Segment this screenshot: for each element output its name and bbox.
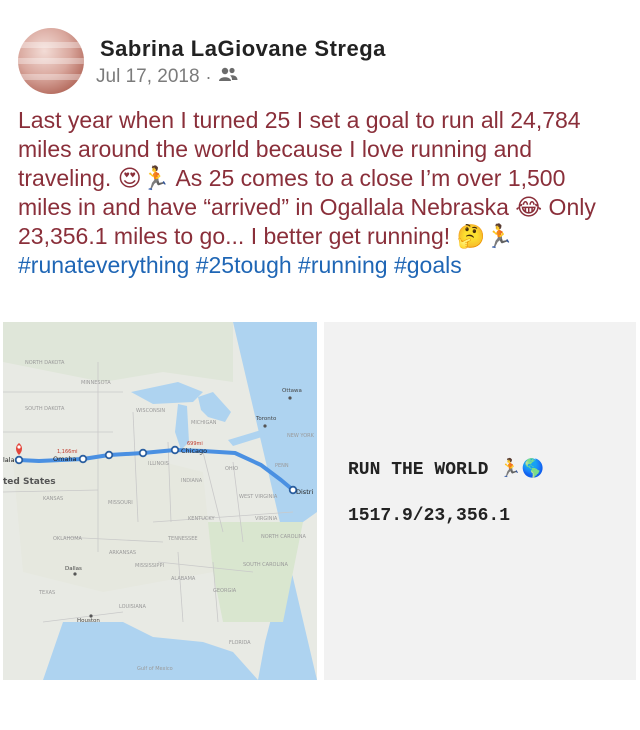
- route-map: NORTH DAKOTA MINNESOTA SOUTH DAKOTA WISC…: [3, 322, 317, 680]
- map-label: NORTH DAKOTA: [25, 360, 65, 366]
- map-label: VIRGINIA: [255, 516, 278, 522]
- map-label: KENTUCKY: [188, 516, 215, 522]
- runner-globe-emoji: 🏃🌎: [499, 460, 545, 480]
- hashtags[interactable]: #runateverything #25tough #running #goal…: [18, 252, 462, 278]
- card-title: RUN THE WORLD 🏃🌎: [348, 458, 544, 480]
- map-label: KANSAS: [43, 496, 63, 502]
- map-city-label: Omaha: [53, 455, 77, 463]
- map-label: MISSISSIPPI: [135, 563, 164, 569]
- map-label: ALABAMA: [171, 576, 196, 582]
- map-label: PENN: [275, 463, 289, 469]
- map-label: LOUISIANA: [119, 604, 146, 610]
- map-city-label: Ottawa: [282, 388, 302, 394]
- emoji-tears-of-joy: 😂: [515, 194, 543, 220]
- map-label: INDIANA: [181, 478, 203, 484]
- emoji-thinking-runner: 🤔🏃: [456, 223, 514, 249]
- map-label: NEW YORK: [287, 433, 315, 439]
- author-name[interactable]: Sabrina LaGiovane Strega: [100, 36, 386, 62]
- map-city-label: Houston: [77, 618, 100, 624]
- map-distance-label: 699mi: [187, 441, 203, 447]
- map-label: OKLAHOMA: [53, 536, 83, 542]
- map-label: SOUTH CAROLINA: [243, 562, 288, 568]
- map-label: ILLINOIS: [148, 461, 169, 467]
- map-label: Gulf of Mexico: [137, 666, 173, 672]
- post-date[interactable]: Jul 17, 2018: [96, 66, 200, 88]
- map-city-label: Toronto: [255, 416, 277, 422]
- card-title-text: RUN THE WORLD: [348, 460, 489, 480]
- map-city-label: Dallas: [65, 566, 82, 572]
- map-label: NORTH CAROLINA: [261, 534, 307, 540]
- map-label: SOUTH DAKOTA: [25, 406, 65, 412]
- progress-card[interactable]: RUN THE WORLD 🏃🌎 1517.9/23,356.1: [324, 322, 636, 680]
- friends-icon: [218, 66, 238, 88]
- map-label: TENNESSEE: [167, 536, 198, 542]
- map-country-label: ted States: [3, 477, 56, 487]
- map-label: GEORGIA: [213, 588, 237, 594]
- map-label: WEST VIRGINIA: [239, 494, 278, 500]
- progress-text: 1517.9/23,356.1: [348, 506, 511, 526]
- map-label: WISCONSIN: [136, 408, 165, 414]
- map-label: FLORIDA: [229, 640, 251, 646]
- map-distance-label: 1,166mi: [57, 449, 78, 455]
- avatar[interactable]: [18, 28, 84, 94]
- map-city-label: lala: [3, 456, 15, 464]
- map-label: ARKANSAS: [109, 550, 136, 556]
- facebook-post: Sabrina LaGiovane Strega Jul 17, 2018 · …: [0, 0, 640, 730]
- map-label: MINNESOTA: [81, 380, 111, 386]
- map-label: MICHIGAN: [191, 420, 217, 426]
- map-label: OHIO: [225, 466, 238, 472]
- emoji-heart-eyes-runner: 😍🏃: [117, 165, 171, 191]
- post-text: Last year when I turned 25 I set a goal …: [18, 106, 624, 280]
- post-meta: Jul 17, 2018 ·: [96, 66, 238, 88]
- map-city-label: Distri: [296, 488, 313, 496]
- route-map-image[interactable]: NORTH DAKOTA MINNESOTA SOUTH DAKOTA WISC…: [3, 322, 317, 680]
- map-city-label: Chicago: [181, 447, 207, 455]
- meta-separator: ·: [205, 66, 212, 87]
- map-label: MISSOURI: [108, 500, 133, 506]
- map-label: TEXAS: [38, 590, 55, 596]
